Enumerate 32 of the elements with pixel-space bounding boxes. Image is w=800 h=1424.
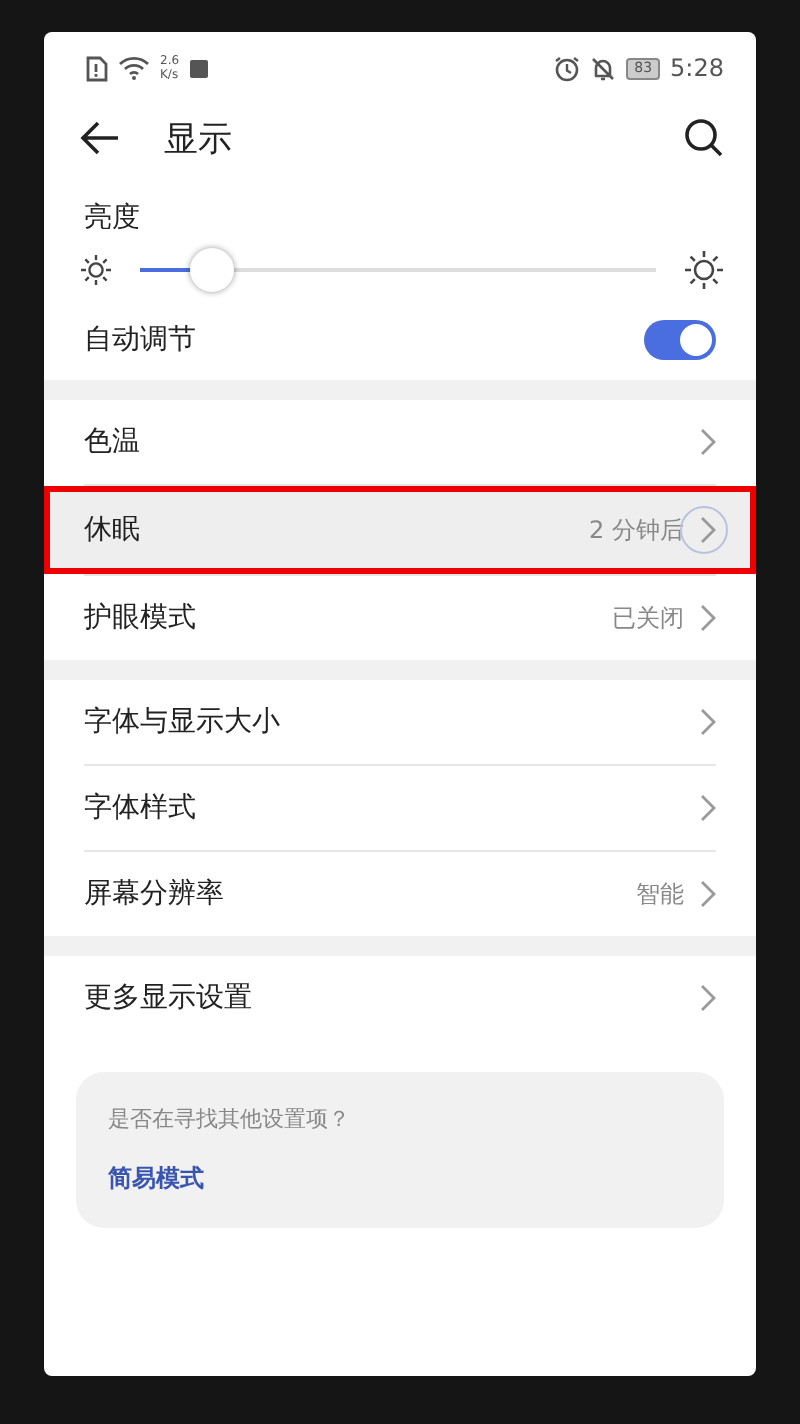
chevron-icon bbox=[700, 604, 716, 632]
notification-icon bbox=[189, 59, 208, 77]
settings-row[interactable]: 色温 bbox=[44, 400, 756, 484]
brightness-label: 亮度 bbox=[82, 200, 142, 236]
auto-adjust-toggle[interactable] bbox=[644, 320, 716, 360]
chevron-icon bbox=[700, 794, 716, 822]
slider-thumb[interactable] bbox=[190, 248, 235, 292]
settings-row[interactable]: 字体样式 bbox=[44, 766, 756, 850]
chevron-icon bbox=[700, 880, 716, 908]
alarm-icon bbox=[554, 55, 581, 81]
page-title: 显示 bbox=[164, 117, 232, 161]
chevron-icon bbox=[700, 516, 716, 544]
settings-row[interactable]: 休眠 2 分钟后 bbox=[44, 486, 756, 574]
chevron-icon bbox=[700, 428, 716, 456]
settings-row[interactable]: 护眼模式 已关闭 bbox=[44, 576, 756, 660]
sim-card-icon bbox=[84, 55, 108, 81]
back-icon[interactable] bbox=[80, 120, 120, 156]
suggestion-question: 是否在寻找其他设置项？ bbox=[108, 1104, 352, 1134]
brightness-slider[interactable] bbox=[140, 248, 656, 292]
sun-large-icon bbox=[684, 250, 724, 290]
sun-small-icon bbox=[80, 254, 112, 286]
search-icon[interactable] bbox=[684, 118, 724, 158]
muted-bell-icon bbox=[590, 55, 617, 81]
settings-row[interactable]: 字体与显示大小 bbox=[44, 680, 756, 764]
auto-adjust-label: 自动调节 bbox=[84, 322, 196, 358]
simple-mode-link[interactable]: 简易模式 bbox=[108, 1162, 204, 1196]
chevron-icon bbox=[700, 984, 716, 1012]
settings-row[interactable]: 更多显示设置 bbox=[44, 956, 756, 1040]
status-time: 5:28 bbox=[670, 54, 724, 82]
chevron-icon bbox=[700, 708, 716, 736]
wifi-icon bbox=[118, 56, 150, 80]
settings-row[interactable]: 屏幕分辨率 智能 bbox=[44, 852, 756, 936]
